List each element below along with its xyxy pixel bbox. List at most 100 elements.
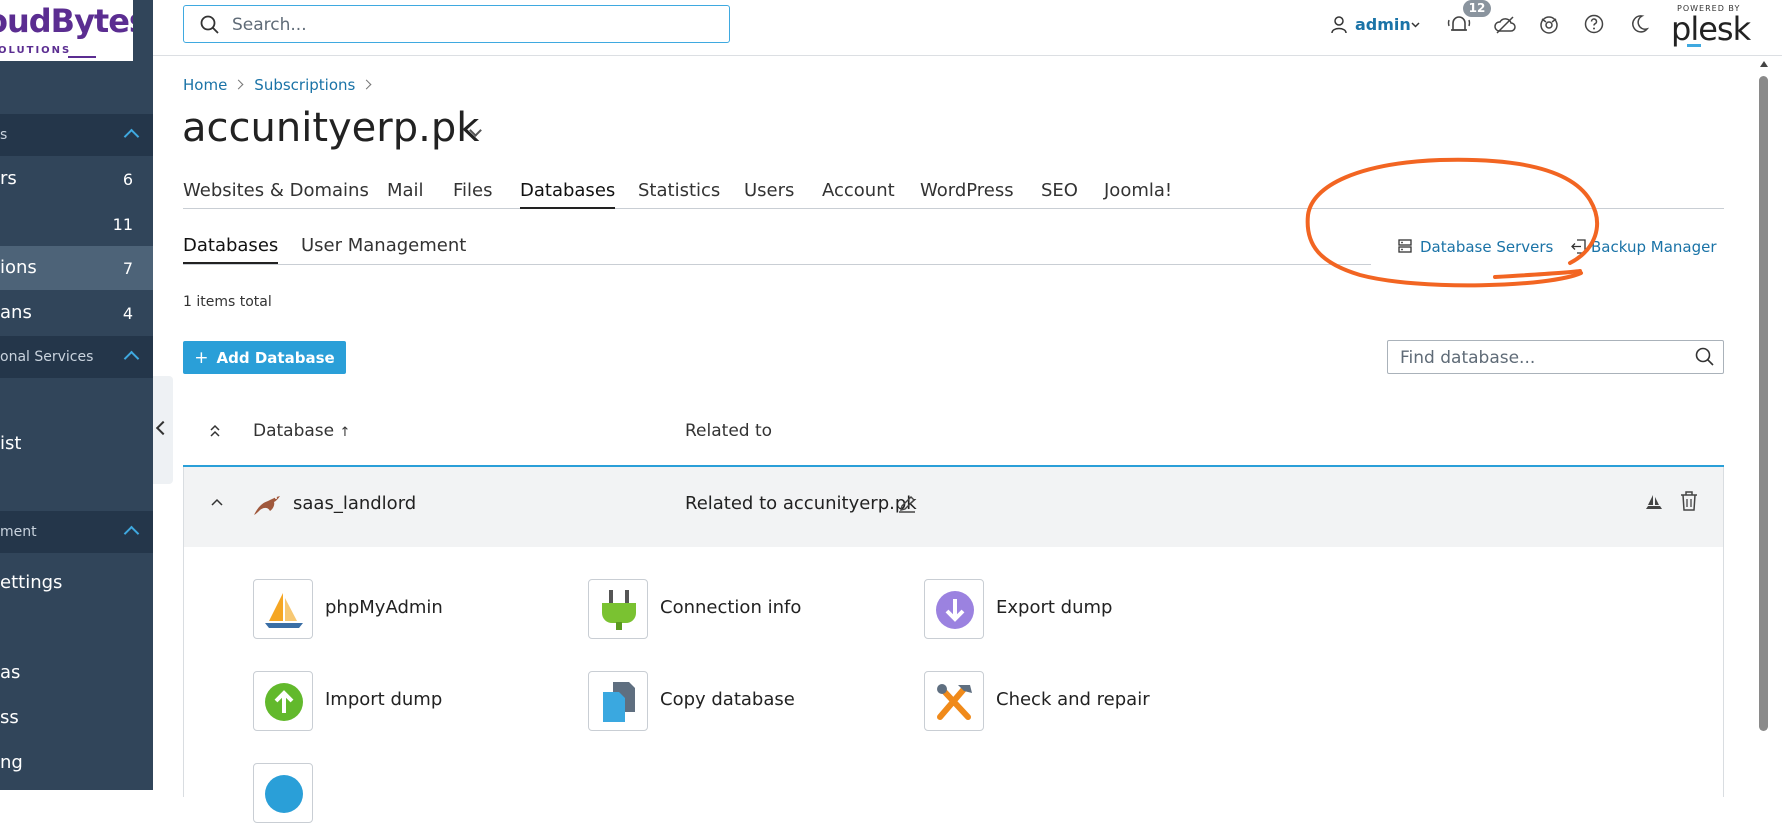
sidebar-item-service-plans[interactable]: ans 4 [0, 291, 153, 335]
dark-mode-icon[interactable] [1629, 14, 1649, 34]
database-servers-label: Database Servers [1420, 238, 1554, 256]
subtab-user-management[interactable]: User Management [301, 235, 466, 262]
column-database[interactable]: Database ↑ [253, 421, 350, 441]
search-icon [200, 15, 219, 34]
brand-logo[interactable]: oudBytes OLUTIONS [0, 0, 133, 61]
tool-label: phpMyAdmin [325, 597, 443, 618]
tool-icon-box [924, 579, 984, 639]
cloud-off-icon[interactable] [1493, 15, 1517, 35]
find-database-box[interactable] [1387, 340, 1724, 374]
sidebar-item-as[interactable]: as [0, 651, 153, 695]
sidebar-item-count: 4 [122, 304, 133, 323]
items-total-label: 1 items total [183, 294, 272, 310]
scroll-up-arrow[interactable] [1760, 61, 1768, 67]
sidebar-section-label: s [0, 127, 8, 143]
logo-subtext: OLUTIONS [0, 45, 72, 56]
database-servers-link[interactable]: Database Servers [1398, 238, 1553, 256]
edit-icon[interactable] [898, 495, 916, 513]
sidebar-item-domains[interactable]: 11 [0, 202, 153, 246]
sidebar: oudBytes OLUTIONS s rs 6 11 ions 7 ans 4… [0, 0, 153, 790]
sidebar-section-1[interactable]: s [0, 114, 153, 156]
sidebar-item-label: ss [0, 707, 19, 728]
extensions-icon[interactable] [1539, 14, 1559, 36]
sidebar-section-3[interactable]: ment [0, 511, 153, 553]
sidebar-item-settings[interactable]: ettings [0, 561, 153, 605]
chevron-right-icon [233, 79, 244, 90]
database-name[interactable]: saas_landlord [293, 493, 416, 514]
add-database-label: Add Database [216, 348, 335, 367]
tab-websites-domains[interactable]: Websites & Domains [183, 180, 369, 207]
globe-icon [265, 775, 303, 813]
tab-files[interactable]: Files [453, 180, 493, 207]
tab-seo[interactable]: SEO [1041, 180, 1078, 207]
plesk-logo: POWERED BY plesk [1671, 4, 1771, 48]
search-input[interactable] [230, 14, 714, 36]
sidebar-item-customers[interactable]: rs 6 [0, 157, 153, 201]
column-related-to[interactable]: Related to [685, 421, 772, 441]
sidebar-item-ng[interactable]: ng [0, 741, 153, 785]
scroll-thumb[interactable] [1759, 76, 1768, 731]
backup-manager-link[interactable]: Backup Manager [1571, 238, 1717, 256]
user-icon [1331, 16, 1347, 34]
sidebar-section-2[interactable]: onal Services [0, 336, 153, 378]
copy-icon [603, 682, 635, 722]
phpmyadmin-small-icon[interactable] [1644, 493, 1664, 511]
tab-mail[interactable]: Mail [387, 180, 424, 207]
top-bar: admin 12 POWERED BY plesk [153, 0, 1782, 56]
tab-databases[interactable]: Databases [520, 180, 616, 209]
breadcrumb-home[interactable]: Home [183, 76, 227, 94]
sidebar-collapse-button[interactable] [153, 376, 173, 484]
sidebar-item-subscriptions[interactable]: ions 7 [0, 246, 153, 290]
sidebar-item-label: ist [0, 433, 22, 454]
table-header: Database ↑ Related to [183, 405, 1724, 467]
sidebar-item-label: rs [0, 168, 17, 189]
trash-icon[interactable] [1680, 491, 1698, 511]
tab-users[interactable]: Users [744, 180, 794, 207]
sidebar-item-label: ans [0, 302, 32, 323]
collapse-all-icon[interactable] [209, 424, 221, 438]
sidebar-item-count: 7 [122, 259, 133, 278]
chevron-up-icon[interactable] [211, 498, 223, 506]
plus-icon: + [194, 347, 209, 368]
sidebar-item-label: as [0, 662, 21, 683]
subtab-databases[interactable]: Databases [183, 235, 279, 264]
notifications-icon[interactable] [1447, 14, 1471, 36]
tool-icon-box [588, 671, 648, 731]
chevron-right-icon [361, 79, 372, 90]
main-tabs: Websites & Domains Mail Files Databases … [183, 180, 1724, 209]
upload-icon [265, 683, 303, 721]
page-title: accunityerp.pk [182, 105, 480, 151]
user-name: admin [1355, 15, 1411, 34]
related-to-value: Related to accunityerp.pk [685, 493, 917, 514]
tab-account[interactable]: Account [822, 180, 895, 207]
sidebar-item-list[interactable]: ist [0, 422, 153, 466]
backup-icon [1571, 239, 1586, 254]
find-database-input[interactable] [1398, 347, 1682, 369]
search-box[interactable] [183, 5, 730, 43]
tab-wordpress[interactable]: WordPress [920, 180, 1014, 207]
sidebar-section-label: ment [0, 524, 37, 540]
phpmyadmin-icon [265, 593, 303, 628]
table-row[interactable]: saas_landlord Related to accunityerp.pk [183, 467, 1724, 547]
scrollbar[interactable] [1757, 57, 1771, 790]
tab-joomla[interactable]: Joomla! [1104, 180, 1172, 207]
mariadb-icon [254, 496, 280, 515]
tool-icon-box [253, 763, 313, 823]
notification-count-badge: 12 [1463, 0, 1491, 17]
sidebar-item-label: ng [0, 752, 23, 773]
breadcrumb: Home Subscriptions [183, 76, 382, 94]
tool-label: Copy database [660, 689, 795, 710]
tool-label: Export dump [996, 597, 1113, 618]
sidebar-item-count: 6 [122, 170, 133, 189]
chevron-up-icon [123, 350, 140, 367]
add-database-button[interactable]: + Add Database [183, 341, 346, 374]
breadcrumb-subscriptions[interactable]: Subscriptions [254, 76, 355, 94]
tab-statistics[interactable]: Statistics [638, 180, 720, 207]
sidebar-item-ss[interactable]: ss [0, 696, 153, 740]
search-icon[interactable] [1695, 347, 1715, 367]
plesk-brand: plesk [1671, 10, 1751, 48]
help-icon[interactable] [1584, 14, 1604, 34]
sidebar-item-label: ions [0, 257, 37, 278]
chevron-down-icon [1411, 22, 1420, 28]
sidebar-item-count: 11 [112, 215, 133, 234]
